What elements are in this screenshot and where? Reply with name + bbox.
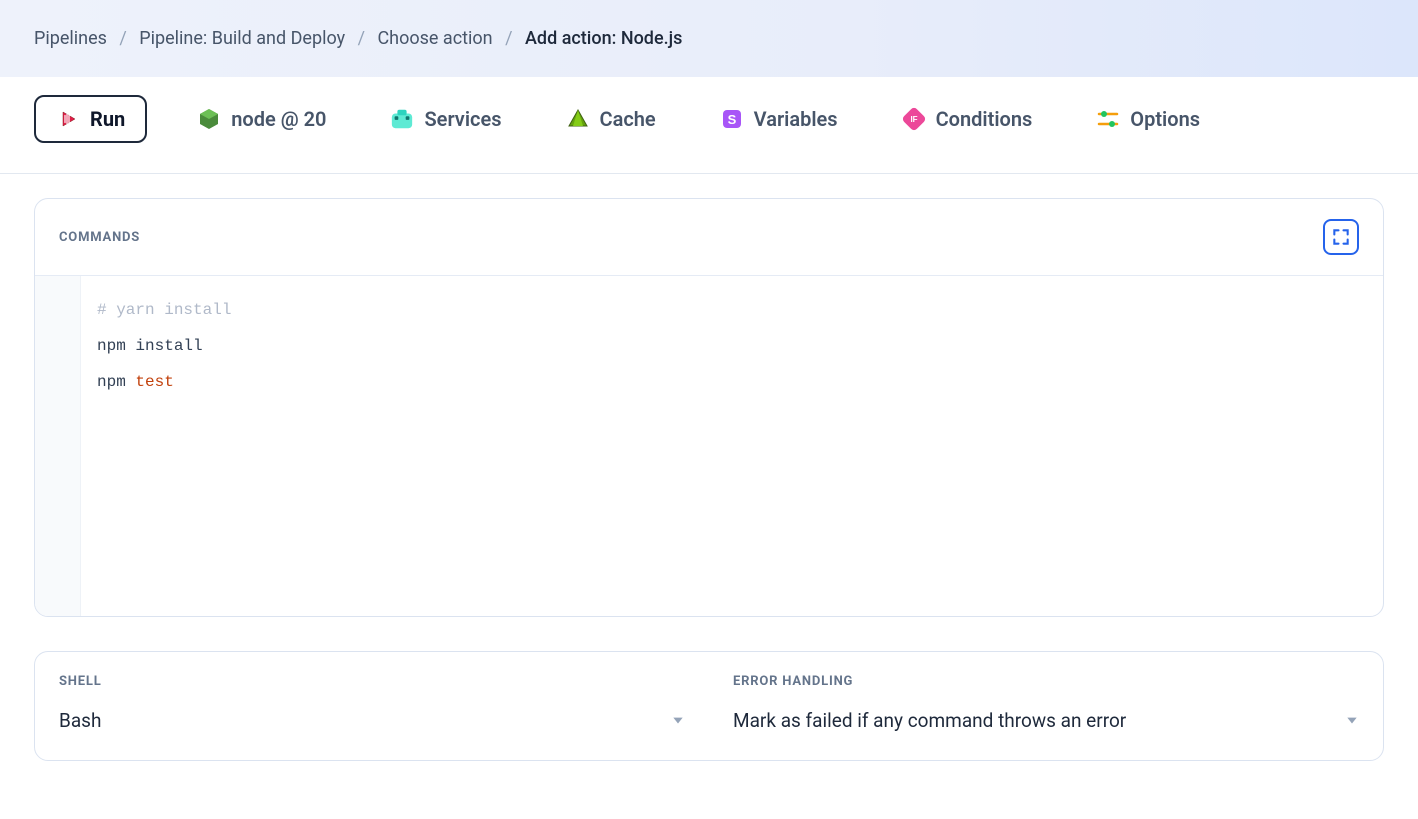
commands-editor[interactable]: # yarn install npm install npm test <box>35 276 1383 616</box>
tab-variables[interactable]: S Variables <box>706 97 852 141</box>
tab-cache-label: Cache <box>600 107 656 131</box>
svg-text:IF: IF <box>910 115 917 124</box>
variables-icon: S <box>720 107 744 131</box>
services-icon <box>390 107 414 131</box>
shell-value: Bash <box>59 709 101 732</box>
breadcrumb-separator: / <box>358 28 365 49</box>
error-handling-select[interactable]: Mark as failed if any command throws an … <box>733 709 1359 732</box>
code-line-3-cmd: npm <box>97 373 135 391</box>
cache-icon <box>566 107 590 131</box>
chevron-down-icon <box>671 709 685 732</box>
error-handling-value: Mark as failed if any command throws an … <box>733 709 1126 732</box>
commands-label: COMMANDS <box>59 230 140 245</box>
editor-gutter <box>35 276 81 616</box>
breadcrumb-current: Add action: Node.js <box>525 28 682 49</box>
nodejs-icon <box>197 107 221 131</box>
tab-services[interactable]: Services <box>376 97 515 141</box>
tab-node-label: node @ 20 <box>231 107 326 131</box>
play-icon <box>56 107 80 131</box>
main-content: COMMANDS # yarn install npm install npm … <box>0 174 1418 819</box>
tab-services-label: Services <box>424 107 501 131</box>
chevron-down-icon <box>1345 709 1359 732</box>
breadcrumb-pipelines[interactable]: Pipelines <box>34 28 107 49</box>
shell-error-panel: SHELL Bash ERROR HANDLING Mark as failed… <box>34 651 1384 761</box>
commands-panel: COMMANDS # yarn install npm install npm … <box>34 198 1384 617</box>
tab-options[interactable]: Options <box>1082 97 1214 141</box>
tab-run[interactable]: Run <box>34 95 147 143</box>
tab-node[interactable]: node @ 20 <box>183 97 340 141</box>
code-line-3-keyword: test <box>135 373 173 391</box>
tab-options-label: Options <box>1130 107 1200 131</box>
code-line-2: npm install <box>97 337 203 355</box>
editor-code-area[interactable]: # yarn install npm install npm test <box>81 276 1383 616</box>
breadcrumb: Pipelines / Pipeline: Build and Deploy /… <box>0 0 1418 77</box>
tab-conditions[interactable]: IF Conditions <box>888 97 1047 141</box>
tab-cache[interactable]: Cache <box>552 97 670 141</box>
tab-run-label: Run <box>90 107 125 131</box>
tab-conditions-label: Conditions <box>936 107 1033 131</box>
breadcrumb-pipeline-build-deploy[interactable]: Pipeline: Build and Deploy <box>139 28 345 49</box>
shell-select[interactable]: Bash <box>59 709 685 732</box>
error-handling-field: ERROR HANDLING Mark as failed if any com… <box>709 652 1383 760</box>
breadcrumb-separator: / <box>119 28 126 49</box>
options-icon <box>1096 107 1120 131</box>
tabs-bar: Run node @ 20 Services Cache S Variables… <box>0 77 1418 174</box>
breadcrumb-choose-action[interactable]: Choose action <box>377 28 492 49</box>
conditions-icon: IF <box>902 107 926 131</box>
code-line-1: # yarn install <box>97 301 231 319</box>
commands-panel-header: COMMANDS <box>35 199 1383 276</box>
fullscreen-icon <box>1331 227 1351 247</box>
breadcrumb-separator: / <box>505 28 512 49</box>
shell-label: SHELL <box>59 674 685 689</box>
shell-field: SHELL Bash <box>35 652 709 760</box>
fullscreen-button[interactable] <box>1323 219 1359 255</box>
svg-text:S: S <box>727 112 736 127</box>
tab-variables-label: Variables <box>754 107 838 131</box>
error-handling-label: ERROR HANDLING <box>733 674 1359 689</box>
